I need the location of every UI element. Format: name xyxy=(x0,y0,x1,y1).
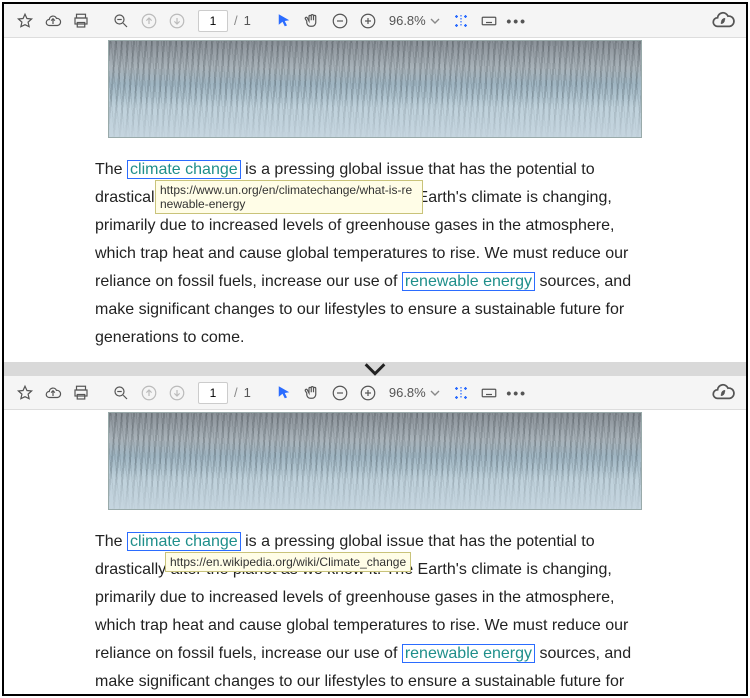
link-tooltip: https://www.un.org/en/climatechange/what… xyxy=(155,180,423,214)
text-segment: The xyxy=(95,161,127,178)
page-down-icon xyxy=(164,8,190,34)
page-input[interactable] xyxy=(198,382,228,404)
link-tooltip: https://en.wikipedia.org/wiki/Climate_ch… xyxy=(165,552,411,572)
link-climate-change[interactable]: climate change xyxy=(127,160,241,179)
zoom-plus-icon[interactable] xyxy=(355,8,381,34)
page-up-icon xyxy=(136,8,162,34)
zoom-minus-icon[interactable] xyxy=(327,380,353,406)
cloud-upload-icon[interactable] xyxy=(40,380,66,406)
star-icon[interactable] xyxy=(12,8,38,34)
print-icon[interactable] xyxy=(68,8,94,34)
text-segment: The xyxy=(95,533,127,550)
page-total: 1 xyxy=(244,385,251,400)
panel-top: / 1 96.8% ••• The climate change is a pr… xyxy=(4,4,746,352)
document-content: The climate change is a pressing global … xyxy=(4,40,746,352)
panel-divider xyxy=(4,362,746,376)
link-renewable-energy[interactable]: renewable energy xyxy=(402,644,535,663)
document-content: The climate change is a pressing global … xyxy=(4,412,746,696)
zoom-out-icon[interactable] xyxy=(108,8,134,34)
keyboard-icon[interactable] xyxy=(476,8,502,34)
page-down-icon xyxy=(164,380,190,406)
star-icon[interactable] xyxy=(12,380,38,406)
chevron-down-icon xyxy=(361,362,389,376)
page-separator: / xyxy=(234,385,238,400)
page-up-icon xyxy=(136,380,162,406)
fit-width-icon[interactable] xyxy=(448,8,474,34)
cloud-link-icon[interactable] xyxy=(710,8,736,34)
panel-bottom: / 1 96.8% ••• The climate change is a pr… xyxy=(4,376,746,696)
page-input[interactable] xyxy=(198,10,228,32)
cloud-link-icon[interactable] xyxy=(710,380,736,406)
zoom-display[interactable]: 96.8% xyxy=(389,385,440,400)
select-tool-icon[interactable] xyxy=(271,380,297,406)
zoom-out-icon[interactable] xyxy=(108,380,134,406)
zoom-minus-icon[interactable] xyxy=(327,8,353,34)
hand-tool-icon[interactable] xyxy=(299,380,325,406)
document-paragraph: The climate change is a pressing global … xyxy=(95,528,655,696)
page-total: 1 xyxy=(244,13,251,28)
more-icon[interactable]: ••• xyxy=(504,380,530,406)
page-separator: / xyxy=(234,13,238,28)
select-tool-icon[interactable] xyxy=(271,8,297,34)
link-climate-change[interactable]: climate change xyxy=(127,532,241,551)
zoom-value: 96.8% xyxy=(389,13,426,28)
chevron-down-icon xyxy=(430,388,440,398)
document-paragraph: The climate change is a pressing global … xyxy=(95,156,655,352)
zoom-plus-icon[interactable] xyxy=(355,380,381,406)
cloud-upload-icon[interactable] xyxy=(40,8,66,34)
page-indicator: / 1 xyxy=(198,382,251,404)
page-indicator: / 1 xyxy=(198,10,251,32)
toolbar: / 1 96.8% ••• xyxy=(4,376,746,410)
zoom-display[interactable]: 96.8% xyxy=(389,13,440,28)
toolbar: / 1 96.8% ••• xyxy=(4,4,746,38)
more-icon[interactable]: ••• xyxy=(504,8,530,34)
document-image xyxy=(108,40,642,138)
link-renewable-energy[interactable]: renewable energy xyxy=(402,272,535,291)
fit-width-icon[interactable] xyxy=(448,380,474,406)
zoom-value: 96.8% xyxy=(389,385,426,400)
print-icon[interactable] xyxy=(68,380,94,406)
keyboard-icon[interactable] xyxy=(476,380,502,406)
chevron-down-icon xyxy=(430,16,440,26)
document-image xyxy=(108,412,642,510)
hand-tool-icon[interactable] xyxy=(299,8,325,34)
